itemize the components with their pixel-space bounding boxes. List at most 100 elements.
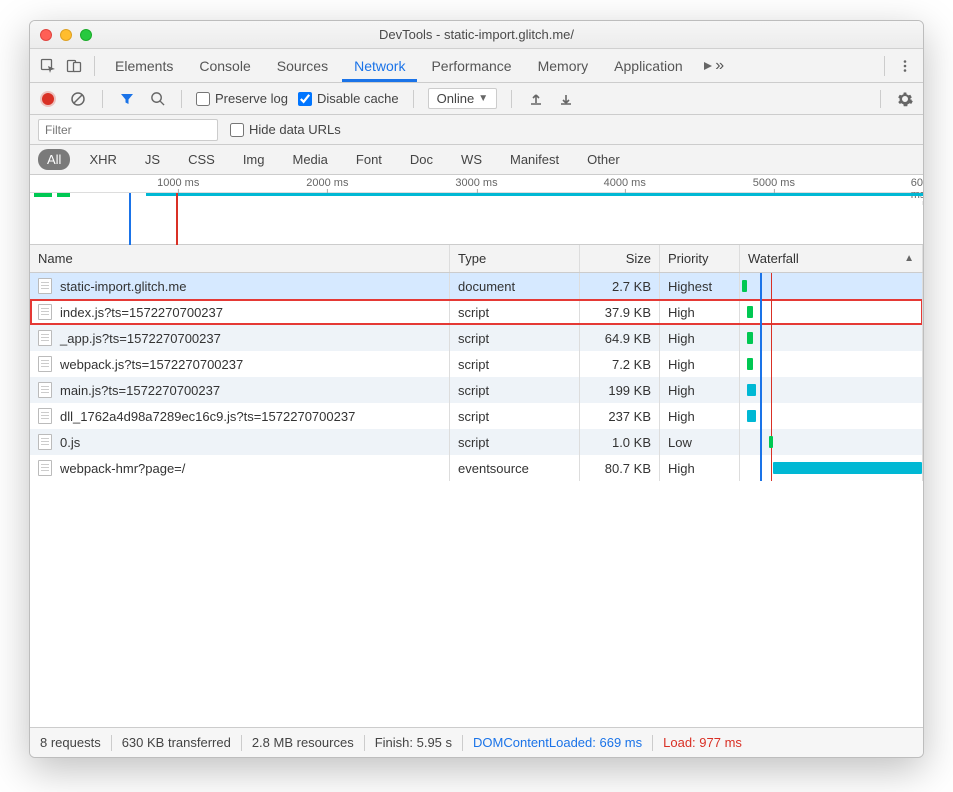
- chevron-down-icon: ▼: [478, 93, 488, 104]
- disable-cache-label: Disable cache: [317, 91, 399, 106]
- throttling-value: Online: [437, 91, 475, 106]
- waterfall-bar: [747, 306, 752, 318]
- tab-application[interactable]: Application: [602, 50, 695, 82]
- kebab-menu-icon[interactable]: [893, 54, 917, 78]
- request-name: dll_1762a4d98a7289ec16c9.js?ts=157227070…: [60, 409, 355, 424]
- type-filter-all[interactable]: All: [38, 149, 70, 170]
- type-filter-doc[interactable]: Doc: [401, 149, 442, 170]
- request-name: static-import.glitch.me: [60, 279, 186, 294]
- request-name: webpack.js?ts=1572270700237: [60, 357, 243, 372]
- settings-gear-icon[interactable]: [895, 89, 915, 109]
- file-icon: [38, 460, 52, 476]
- request-type: script: [458, 331, 489, 346]
- type-filter-img[interactable]: Img: [234, 149, 274, 170]
- preserve-log-checkbox[interactable]: Preserve log: [196, 91, 288, 106]
- type-filter-manifest[interactable]: Manifest: [501, 149, 568, 170]
- request-type: script: [458, 383, 489, 398]
- column-name[interactable]: Name: [30, 245, 450, 272]
- throttling-select[interactable]: Online ▼: [428, 88, 497, 109]
- status-bar: 8 requests 630 KB transferred 2.8 MB res…: [30, 727, 923, 757]
- column-waterfall[interactable]: Waterfall▲: [740, 245, 923, 272]
- device-toggle-icon[interactable]: [62, 54, 86, 78]
- request-row[interactable]: _app.js?ts=1572270700237script64.9 KBHig…: [30, 325, 923, 351]
- search-icon[interactable]: [147, 89, 167, 109]
- column-size[interactable]: Size: [580, 245, 660, 272]
- hide-data-urls-label: Hide data URLs: [249, 122, 341, 137]
- type-filter-ws[interactable]: WS: [452, 149, 491, 170]
- request-row[interactable]: static-import.glitch.medocument2.7 KBHig…: [30, 273, 923, 299]
- waterfall-bar: [747, 332, 752, 344]
- file-icon: [38, 408, 52, 424]
- request-row[interactable]: webpack-hmr?page=/eventsource80.7 KBHigh: [30, 455, 923, 481]
- record-button[interactable]: [38, 89, 58, 109]
- inspect-element-icon[interactable]: [36, 54, 60, 78]
- network-table: Name Type Size Priority Waterfall▲ stati…: [30, 245, 923, 727]
- timeline-tick: 3000 ms: [455, 177, 497, 189]
- waterfall-bar: [773, 462, 922, 474]
- request-priority: High: [668, 357, 695, 372]
- request-type: script: [458, 409, 489, 424]
- request-row[interactable]: 0.jsscript1.0 KBLow: [30, 429, 923, 455]
- request-priority: High: [668, 409, 695, 424]
- request-size: 2.7 KB: [612, 279, 651, 294]
- request-size: 1.0 KB: [612, 435, 651, 450]
- disable-cache-checkbox[interactable]: Disable cache: [298, 91, 399, 106]
- request-size: 80.7 KB: [605, 461, 651, 476]
- footer-transferred: 630 KB transferred: [122, 735, 231, 750]
- timeline-tick: 2000 ms: [306, 177, 348, 189]
- request-size: 37.9 KB: [605, 305, 651, 320]
- tab-elements[interactable]: Elements: [103, 50, 185, 82]
- footer-load: Load: 977 ms: [663, 735, 742, 750]
- file-icon: [38, 330, 52, 346]
- more-tabs-icon[interactable]: »: [701, 54, 725, 78]
- filter-icon[interactable]: [117, 89, 137, 109]
- request-priority: Low: [668, 435, 692, 450]
- type-filter-js[interactable]: JS: [136, 149, 169, 170]
- footer-finish: Finish: 5.95 s: [375, 735, 452, 750]
- timeline-overview[interactable]: 1000 ms2000 ms3000 ms4000 ms5000 ms6000 …: [30, 175, 923, 245]
- window-title: DevTools - static-import.glitch.me/: [30, 27, 923, 42]
- request-size: 199 KB: [608, 383, 651, 398]
- upload-har-icon[interactable]: [526, 89, 546, 109]
- hide-data-urls-checkbox[interactable]: Hide data URLs: [230, 122, 341, 137]
- request-name: webpack-hmr?page=/: [60, 461, 185, 476]
- type-filter-other[interactable]: Other: [578, 149, 629, 170]
- request-row[interactable]: index.js?ts=1572270700237script37.9 KBHi…: [30, 299, 923, 325]
- tab-console[interactable]: Console: [187, 50, 262, 82]
- preserve-log-label: Preserve log: [215, 91, 288, 106]
- footer-dcl: DOMContentLoaded: 669 ms: [473, 735, 642, 750]
- network-toolbar: Preserve log Disable cache Online ▼: [30, 83, 923, 115]
- waterfall-bar: [742, 280, 747, 292]
- request-row[interactable]: main.js?ts=1572270700237script199 KBHigh: [30, 377, 923, 403]
- file-icon: [38, 356, 52, 372]
- tab-memory[interactable]: Memory: [526, 50, 601, 82]
- tab-sources[interactable]: Sources: [265, 50, 340, 82]
- type-filter-media[interactable]: Media: [283, 149, 336, 170]
- download-har-icon[interactable]: [556, 89, 576, 109]
- request-name: index.js?ts=1572270700237: [60, 305, 223, 320]
- separator: [94, 56, 95, 76]
- footer-requests: 8 requests: [40, 735, 101, 750]
- clear-icon[interactable]: [68, 89, 88, 109]
- request-size: 7.2 KB: [612, 357, 651, 372]
- filter-input[interactable]: [38, 119, 218, 141]
- request-type: script: [458, 435, 489, 450]
- timeline-tick: 4000 ms: [604, 177, 646, 189]
- request-row[interactable]: dll_1762a4d98a7289ec16c9.js?ts=157227070…: [30, 403, 923, 429]
- type-filter-font[interactable]: Font: [347, 149, 391, 170]
- waterfall-bar: [747, 410, 756, 422]
- request-type: eventsource: [458, 461, 529, 476]
- file-icon: [38, 434, 52, 450]
- file-icon: [38, 382, 52, 398]
- waterfall-bar: [747, 358, 752, 370]
- column-priority[interactable]: Priority: [660, 245, 740, 272]
- waterfall-bar: [747, 384, 756, 396]
- type-filter-xhr[interactable]: XHR: [80, 149, 125, 170]
- column-type[interactable]: Type: [450, 245, 580, 272]
- type-filter-css[interactable]: CSS: [179, 149, 224, 170]
- request-row[interactable]: webpack.js?ts=1572270700237script7.2 KBH…: [30, 351, 923, 377]
- timeline-tick: 1000 ms: [157, 177, 199, 189]
- tab-network[interactable]: Network: [342, 50, 417, 82]
- tab-performance[interactable]: Performance: [419, 50, 523, 82]
- sort-asc-icon: ▲: [904, 253, 914, 264]
